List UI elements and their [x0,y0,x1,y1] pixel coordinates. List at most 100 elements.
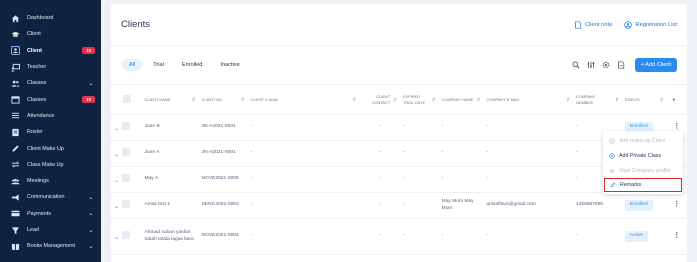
expand-row-icon[interactable]: ⌄ [114,152,119,158]
company-cell: - [438,166,484,193]
client-contact-cell: - [359,114,400,141]
sidebar-item-client[interactable]: Client 10 [0,43,101,59]
exchange-icon [11,160,20,169]
col-status[interactable]: Status ⇵ [621,84,667,115]
company-cell: - [438,140,484,167]
expired-cell: - [399,114,439,141]
client-note-link[interactable]: Client note [574,20,612,29]
sidebar-item-roster[interactable]: Roster [0,124,101,140]
company-cell: - [438,114,484,141]
expand-row-icon[interactable]: ⌄ [114,126,119,132]
toolbar: + Add Client [567,58,677,72]
table-row[interactable]: ⌄ June B JN-A2021-0001 - - - - - - Enrol… [111,114,687,141]
sidebar-item-class-make-up[interactable]: Class Make Up [0,157,101,173]
menu-item-view-company-profile[interactable]: View Company profile [603,163,683,178]
tab-inactive[interactable]: Inactive [213,59,246,71]
table-row[interactable]: ⌄ June A JN-A2021-0001 - - - - - - [111,140,687,167]
menu-item-label: Add Private Class [619,152,662,159]
sidebar-item-payments[interactable]: Payments ⌄ [0,206,101,222]
col-actions[interactable]: ▾ [666,84,687,115]
book-icon [11,242,20,251]
chevron-down-icon: ⌄ [88,211,94,218]
client-no-cell: NOVE2021-0004 [198,218,248,255]
sidebar-item-label: Dashboard [27,15,54,22]
sidebar-item-attendance[interactable]: Attendance [0,108,101,124]
sidebar-item-label: Client [27,47,42,54]
tab-trial[interactable]: Trial [146,59,171,71]
company-email-cell: - [483,166,573,193]
filter-sliders-icon[interactable] [586,60,597,71]
table-row[interactable]: ⌄ May A NOVE2021-0005 - - - - - - [111,166,687,193]
roster-icon [11,128,20,137]
row-checkbox[interactable] [122,199,131,208]
status-badge: Enrolled [624,200,653,211]
clients-table: Client Name ⇵ Client No. ⇵ Client E-Mail ⇵ … [111,84,687,255]
sidebar-item-meetings[interactable]: Meetings [0,173,101,189]
expand-row-icon[interactable]: ⌄ [114,178,119,184]
client-no-cell: JN-A2021-0001 [198,140,248,167]
client-no-cell: SENG2021-0003 [198,192,248,219]
expired-cell: - [399,166,439,193]
sidebar-item-classes[interactable]: Classes 10 [0,91,101,107]
sidebar-item-client-make-up[interactable]: Client Make Up [0,140,101,156]
sidebar-item-teacher[interactable]: Teacher [0,59,101,75]
row-actions-menu: Add make-up Class Add Private Class View… [603,131,683,194]
menu-item-label: View Company profile [619,167,671,174]
menu-item-label: Add make-up Class [619,137,666,144]
company-email-cell: - [483,140,573,167]
export-icon[interactable] [616,60,627,71]
menu-item-add-private-class[interactable]: Add Private Class [603,148,683,163]
row-checkbox[interactable] [122,121,131,130]
sidebar-item-label: Class Make Up [27,161,64,168]
col-expired-trial-date[interactable]: Expired Trial Date ⇵ [399,84,439,115]
tab-all[interactable]: All [122,59,143,71]
row-menu-button[interactable]: ⋮ [666,192,687,219]
row-checkbox[interactable] [122,230,131,239]
expand-row-icon[interactable]: ⌄ [114,235,119,241]
sidebar-item-classes-group[interactable]: Classes ⌄ [0,75,101,91]
col-client-name[interactable]: Client Name ⇵ [141,84,199,115]
expand-row-icon[interactable]: ⌄ [114,204,119,210]
col-client-no[interactable]: Client No. ⇵ [198,84,248,115]
row-menu-button[interactable]: ⋮ [666,218,687,255]
company-cell: May Mom May Mom [438,192,484,219]
col-client-email[interactable]: Client E-Mail ⇵ [247,84,360,115]
chevron-down-icon: ⌄ [88,243,94,250]
sidebar-item-client-group[interactable]: Client [0,26,101,42]
col-company-number[interactable]: Company Number ⇵ [572,84,622,115]
expired-cell: - [399,192,439,219]
table-row[interactable]: ⌄ Ahmad subari yasfan tobah tolala lagas… [111,218,687,255]
col-company-email[interactable]: Company E-Mail ⇵ [483,84,573,115]
add-client-button[interactable]: + Add Client [634,58,677,72]
col-client-contact[interactable]: Client Contact ⇵ [359,84,400,115]
client-name-cell: May A [141,166,199,193]
registration-list-link[interactable]: Registration List [624,20,677,29]
client-name-cell: Ahmad subari yasfan tobah tolala lagas k… [141,218,199,255]
tab-enrolled[interactable]: Enrolled [175,59,210,71]
table-row[interactable]: ⌄ Anisa test 1 SENG2021-0003 - - - May M… [111,192,687,219]
sidebar-item-communication[interactable]: Communication ⌄ [0,189,101,205]
row-checkbox[interactable] [122,147,131,156]
menu-item-add-make-up-class[interactable]: Add make-up Class [603,133,683,148]
select-all-checkbox[interactable] [123,94,131,103]
sidebar-item-label: Communication [27,194,65,201]
company-email-cell: - [483,218,573,255]
client-name-cell: June B [141,114,199,141]
count-badge: 10 [82,47,95,55]
sort-icon: ⇵ [240,96,245,102]
sidebar-item-label: Client Make Up [27,145,64,152]
sidebar-item-label: Books Management [27,243,75,250]
sort-icon: ▾ [672,96,675,102]
sidebar-item-lead[interactable]: Lead ⌄ [0,222,101,238]
page-title: Clients [121,19,151,30]
menu-item-remarks[interactable]: Remarks [604,178,682,192]
row-checkbox[interactable] [122,173,131,182]
sidebar-item-books-management[interactable]: Books Management ⌄ [0,238,101,254]
col-company-name[interactable]: Company Name ⇵ [438,84,484,115]
sidebar-item-dashboard[interactable]: Dashboard [0,10,101,26]
search-icon[interactable] [571,60,582,71]
gear-icon[interactable] [601,60,612,71]
chevron-down-icon: ⌄ [88,194,94,201]
expired-cell: - [399,218,439,255]
plus-circle-icon [608,152,615,159]
